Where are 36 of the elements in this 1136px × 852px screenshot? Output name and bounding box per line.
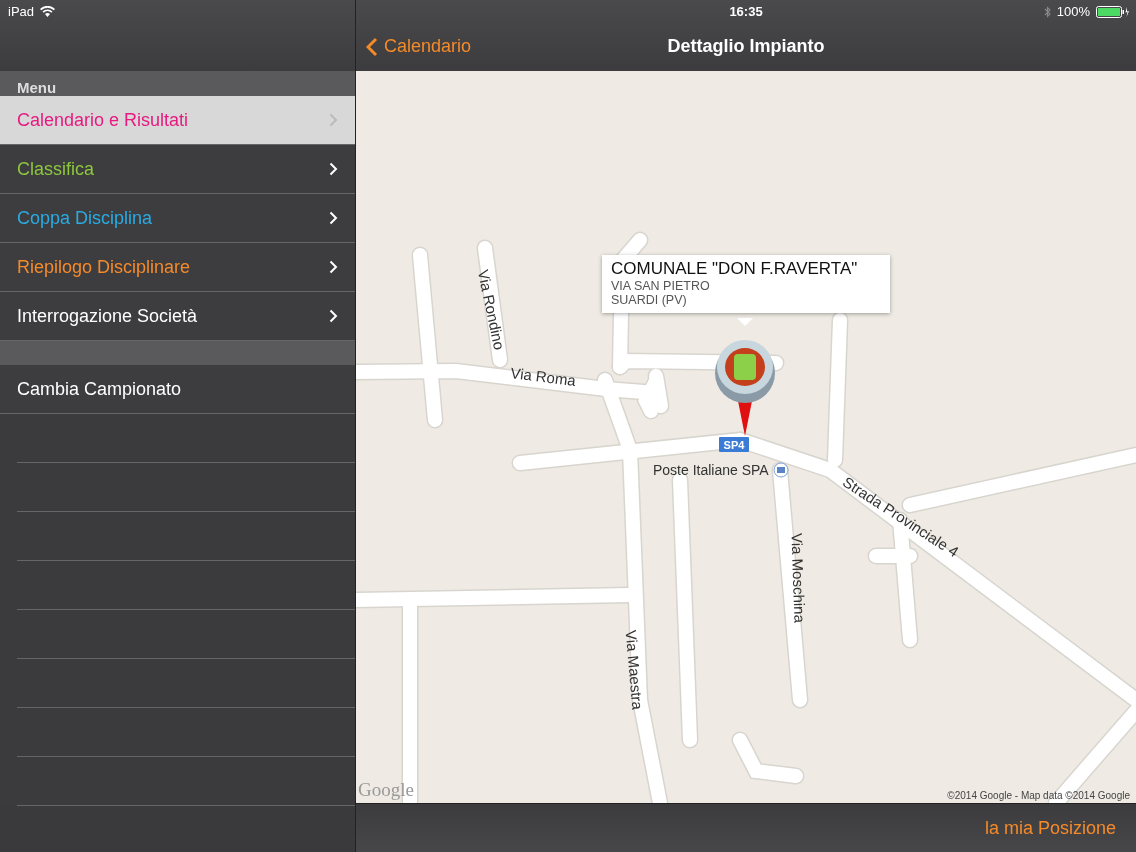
bluetooth-icon [1043, 5, 1051, 18]
map-logo: Google [358, 779, 414, 801]
status-time: 16:35 [729, 3, 763, 19]
menu-item-label: Calendario e Risultati [17, 109, 189, 131]
venue-address: VIA SAN PIETRO [611, 279, 711, 293]
venue-address: SUARDI (PV) [611, 293, 688, 307]
device-name: iPad [8, 4, 35, 19]
road-shield: SP4 [719, 437, 749, 452]
wifi-icon [40, 6, 56, 17]
menu-header: Menu [0, 71, 355, 96]
street-label: Via Maestra [622, 629, 647, 711]
battery-icon [1096, 5, 1130, 18]
street-label: Via Roma [509, 364, 577, 389]
chevron-icon [329, 260, 338, 274]
callout-pointer [737, 318, 753, 326]
venue-name: COMUNALE "DON F.RAVERTA" [611, 259, 859, 279]
back-chevron-icon [366, 36, 378, 57]
my-position-button[interactable]: la mia Posizione [964, 817, 1136, 839]
map-attribution: ©2014 Google - Map data ©2014 Google [947, 790, 1130, 801]
menu-item[interactable]: Calendario e Risultati [0, 96, 355, 145]
menu-item-label: Cambia Campionato [17, 378, 182, 400]
battery-percent: 100% [1056, 4, 1090, 19]
poi-label: Poste Italiane SPA [653, 462, 769, 478]
chevron-icon [329, 113, 338, 127]
chevron-icon [329, 211, 338, 225]
stadium-pin-icon [715, 340, 775, 436]
street-label: Via Rondino [474, 268, 509, 352]
menu-item-label: Classifica [17, 158, 95, 180]
menu-item-label: Interrogazione Società [17, 305, 198, 327]
chevron-icon [329, 162, 338, 176]
back-button[interactable]: Calendario [356, 36, 472, 57]
menu-item-label: Riepilogo Disciplinare [17, 256, 191, 278]
chevron-icon [329, 309, 338, 323]
street-label: Via Moschina [788, 532, 809, 624]
menu-item-label: Coppa Disciplina [17, 207, 153, 229]
nav-title: Dettaglio Impianto [667, 36, 825, 57]
